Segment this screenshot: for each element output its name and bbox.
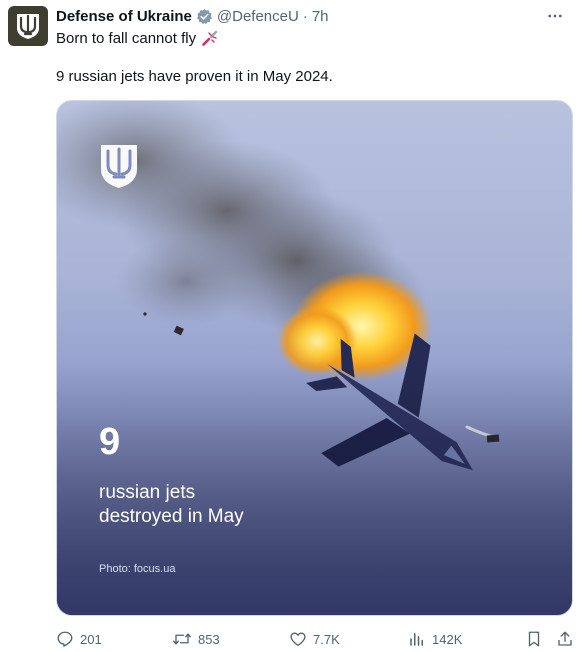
- share-icon: [558, 631, 572, 646]
- post[interactable]: Defense of Ukraine @DefenceU · 7h Born t…: [0, 0, 580, 652]
- author-handle[interactable]: @DefenceU: [217, 8, 299, 25]
- bookmark-icon: [528, 631, 540, 647]
- repost-button[interactable]: 853: [172, 628, 220, 650]
- post-text-line1-label: Born to fall cannot fly: [56, 29, 197, 47]
- photo-credit: Photo: focus.ua: [99, 563, 176, 575]
- views-button[interactable]: 142K: [408, 628, 462, 650]
- post-text-line2: 9 russian jets have proven it in May 202…: [56, 68, 333, 85]
- trident-logo-icon: [17, 14, 39, 39]
- ministry-emblem-icon: [101, 145, 137, 188]
- stat-caption-line2: destroyed in May: [99, 506, 244, 527]
- reply-icon: [57, 631, 73, 647]
- like-button[interactable]: 7.7K: [289, 628, 340, 650]
- author-name[interactable]: Defense of Ukraine: [56, 8, 192, 25]
- post-text-line1: Born to fall cannot fly: [56, 29, 219, 47]
- more-icon: [548, 14, 562, 18]
- bookmark-button[interactable]: [525, 628, 549, 650]
- stat-caption: russian jets destroyed in May: [99, 481, 244, 529]
- stat-caption-line1: russian jets: [99, 482, 196, 503]
- stat-number: 9: [99, 421, 121, 463]
- avatar[interactable]: [8, 6, 48, 46]
- verified-badge-icon[interactable]: [196, 8, 213, 25]
- heart-icon: [290, 632, 306, 647]
- more-options-button[interactable]: [544, 6, 566, 26]
- post-image[interactable]: 9 russian jets destroyed in May Photo: f…: [56, 100, 573, 616]
- views-count: 142K: [432, 631, 463, 647]
- views-chart-icon: [410, 633, 423, 646]
- separator-dot: ·: [302, 7, 308, 25]
- post-time[interactable]: 7h: [312, 8, 329, 25]
- reply-button[interactable]: 201: [56, 628, 102, 650]
- repost-icon: [173, 633, 191, 645]
- like-count: 7.7K: [313, 631, 340, 647]
- share-button[interactable]: [556, 628, 580, 650]
- reply-count: 201: [80, 631, 102, 647]
- post-header: Defense of Ukraine @DefenceU · 7h: [56, 6, 568, 26]
- post-actions: 201 853 7.7K 142K: [56, 628, 573, 650]
- repost-count: 853: [198, 631, 220, 647]
- broken-rocket-icon: [201, 29, 219, 47]
